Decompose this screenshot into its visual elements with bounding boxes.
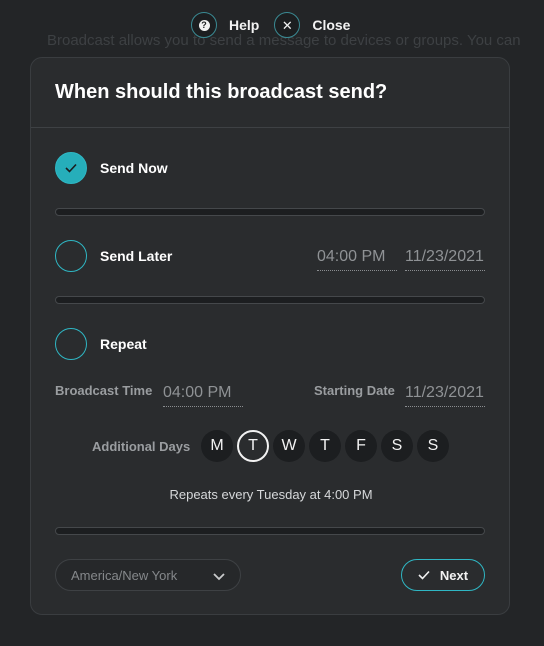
send-now-label: Send Now — [100, 160, 168, 176]
section-divider — [55, 208, 485, 216]
top-toolbar: ? Help ✕ Close — [191, 11, 350, 39]
close-icon: ✕ — [274, 12, 301, 38]
day-monday[interactable]: M — [201, 430, 233, 462]
repeat-radio[interactable] — [55, 328, 87, 360]
send-later-label: Send Later — [100, 248, 173, 264]
timezone-value: America/New York — [71, 567, 178, 583]
broadcast-schedule-modal: When should this broadcast send? Send No… — [30, 57, 510, 615]
day-wednesday[interactable]: W — [273, 430, 305, 462]
day-sunday[interactable]: S — [417, 430, 449, 462]
checkmark-icon — [65, 163, 77, 173]
next-button[interactable]: Next — [401, 559, 485, 591]
modal-title: When should this broadcast send? — [55, 81, 388, 103]
next-label: Next — [439, 567, 469, 583]
day-thursday[interactable]: T — [309, 430, 341, 462]
send-later-time-field[interactable]: 04:00 PM — [317, 247, 397, 271]
section-divider — [55, 296, 485, 304]
close-label: Close — [312, 17, 351, 33]
day-picker: M T W T F S S — [201, 430, 453, 462]
section-divider — [55, 527, 485, 535]
repeat-summary: Repeats every Tuesday at 4:00 PM — [169, 487, 373, 502]
day-friday[interactable]: F — [345, 430, 377, 462]
broadcast-time-field[interactable]: 04:00 PM — [163, 383, 243, 407]
close-button[interactable]: ✕ Close — [274, 12, 350, 38]
starting-date-field[interactable]: 11/23/2021 — [405, 383, 485, 407]
chevron-down-icon — [213, 573, 225, 581]
starting-date-label: Starting Date — [314, 383, 395, 398]
send-later-date-field[interactable]: 11/23/2021 — [405, 247, 485, 271]
modal-header: When should this broadcast send? — [31, 58, 509, 128]
send-now-radio[interactable] — [55, 152, 87, 184]
day-tuesday[interactable]: T — [237, 430, 269, 462]
broadcast-time-label: Broadcast Time — [55, 383, 153, 398]
checkmark-icon — [418, 570, 430, 580]
help-label: Help — [229, 17, 260, 33]
day-saturday[interactable]: S — [381, 430, 413, 462]
help-button[interactable]: ? Help — [191, 12, 259, 38]
additional-days-label: Additional Days — [92, 439, 191, 454]
timezone-select[interactable]: America/New York — [55, 559, 241, 591]
repeat-label: Repeat — [100, 336, 147, 352]
send-later-radio[interactable] — [55, 240, 87, 272]
help-icon: ? — [191, 12, 217, 38]
